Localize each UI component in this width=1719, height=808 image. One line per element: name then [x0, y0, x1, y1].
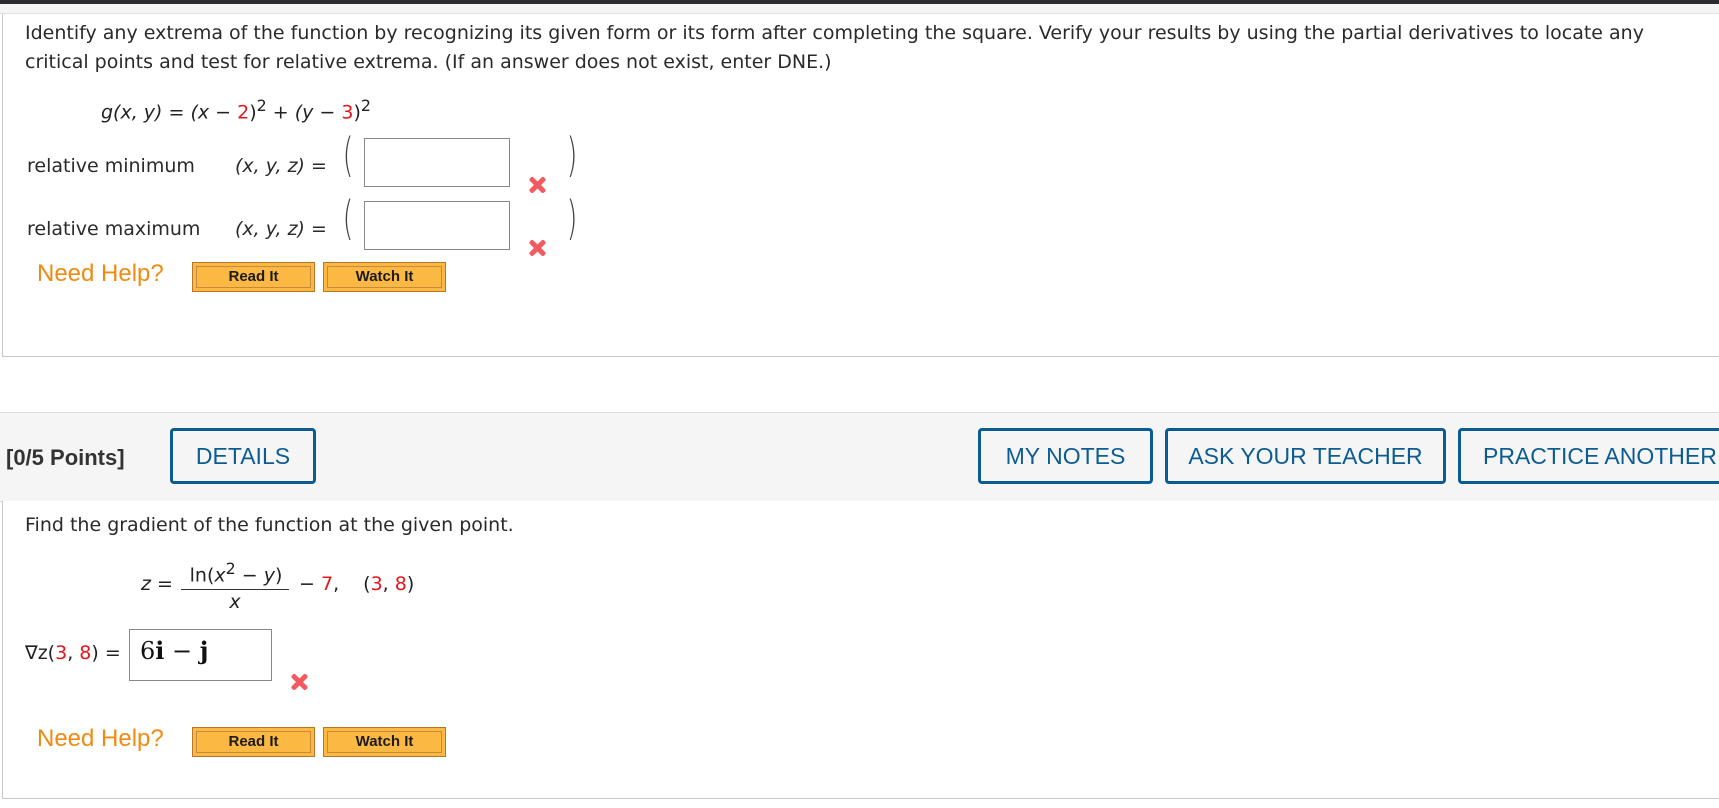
question-2-panel: Find the gradient of the function at the…	[2, 501, 1719, 799]
question-2-header: [0/5 Points] DETAILS MY NOTES ASK YOUR T…	[0, 412, 1719, 502]
question-1-panel: Identify any extrema of the function by …	[2, 14, 1719, 357]
grad-sep: ,	[67, 642, 80, 664]
num-y: y	[263, 564, 275, 587]
top-strip	[0, 4, 1719, 14]
point-close: )	[406, 573, 415, 595]
grad-x: 3	[55, 642, 68, 664]
num-x: x	[214, 564, 226, 587]
close-paren: )	[566, 128, 578, 182]
watch-it-button[interactable]: Watch It	[323, 262, 446, 292]
question-2-prompt: Find the gradient of the function at the…	[25, 514, 514, 536]
function-z-tail: − 7, (3, 8)	[299, 573, 414, 595]
equals-sign: =	[162, 101, 191, 124]
answer-op: −	[164, 637, 200, 665]
function-lhs: g(x, y)	[101, 101, 163, 124]
plus-sign: +	[266, 101, 295, 124]
relative-maximum-input[interactable]	[364, 201, 510, 250]
exponent: 2	[360, 96, 371, 115]
nabla-z: ∇z(	[25, 642, 56, 664]
my-notes-button[interactable]: MY NOTES	[978, 428, 1153, 484]
grad-y: 8	[79, 642, 92, 664]
fraction-denominator: x	[229, 591, 241, 613]
read-it-button[interactable]: Read It	[192, 262, 315, 292]
open-paren: (	[342, 128, 354, 182]
term2-open: (y −	[294, 101, 342, 124]
details-button[interactable]: DETAILS	[170, 428, 316, 484]
question-1-prompt: Identify any extrema of the function by …	[25, 19, 1705, 77]
read-it-button[interactable]: Read It	[192, 727, 315, 757]
num-close: )	[274, 564, 283, 587]
point-open: (	[363, 573, 371, 595]
point-sep: ,	[382, 573, 395, 595]
given-constant-3: 3	[341, 101, 354, 124]
term2-close: )	[353, 101, 361, 124]
ln: ln(	[189, 564, 215, 587]
need-help-label: Need Help?	[37, 260, 164, 287]
function-g: g(x, y) = (x − 2)2 + (y − 3)2	[101, 96, 371, 123]
relative-minimum-input[interactable]	[364, 138, 510, 187]
answer-coef: 6	[140, 637, 156, 665]
given-constant-7: 7	[320, 573, 334, 595]
term1-close: )	[249, 101, 257, 124]
given-constant-2: 2	[237, 101, 250, 124]
fraction-numerator: ln(x2 − y)	[181, 559, 291, 586]
num-minus: −	[235, 564, 264, 587]
comma: ,	[333, 573, 340, 595]
incorrect-x-icon	[526, 237, 548, 259]
incorrect-x-icon	[288, 671, 310, 693]
relative-maximum-label: relative maximum	[27, 218, 201, 240]
tuple-label-min: (x, y, z) =	[235, 155, 327, 177]
need-help-label: Need Help?	[37, 725, 164, 752]
answer-j: j	[199, 636, 209, 665]
minus-sign: −	[299, 573, 321, 595]
tuple-label-max: (x, y, z) =	[235, 218, 327, 240]
num-exp: 2	[225, 559, 236, 578]
term1-open: (x −	[190, 101, 238, 124]
ask-your-teacher-button[interactable]: ASK YOUR TEACHER	[1165, 428, 1446, 484]
incorrect-x-icon	[526, 174, 548, 196]
prompt-line-1: Identify any extrema of the function by …	[25, 22, 1644, 44]
exponent: 2	[256, 96, 267, 115]
fraction-bar	[181, 589, 289, 590]
gradient-answer-input[interactable]: 6i − j	[129, 629, 272, 681]
points-label: [0/5 Points]	[6, 445, 125, 470]
gradient-label: ∇z(3, 8) =	[25, 642, 121, 664]
open-paren: (	[342, 191, 354, 245]
grad-close: ) =	[91, 642, 121, 664]
function-z-lhs: z =	[141, 573, 173, 595]
prompt-line-2: critical points and test for relative ex…	[25, 51, 832, 73]
close-paren: )	[566, 191, 578, 245]
watch-it-button[interactable]: Watch It	[323, 727, 446, 757]
point-y: 8	[394, 573, 407, 595]
practice-another-button[interactable]: PRACTICE ANOTHER	[1458, 428, 1719, 484]
point-x: 3	[370, 573, 383, 595]
relative-minimum-label: relative minimum	[27, 155, 195, 177]
